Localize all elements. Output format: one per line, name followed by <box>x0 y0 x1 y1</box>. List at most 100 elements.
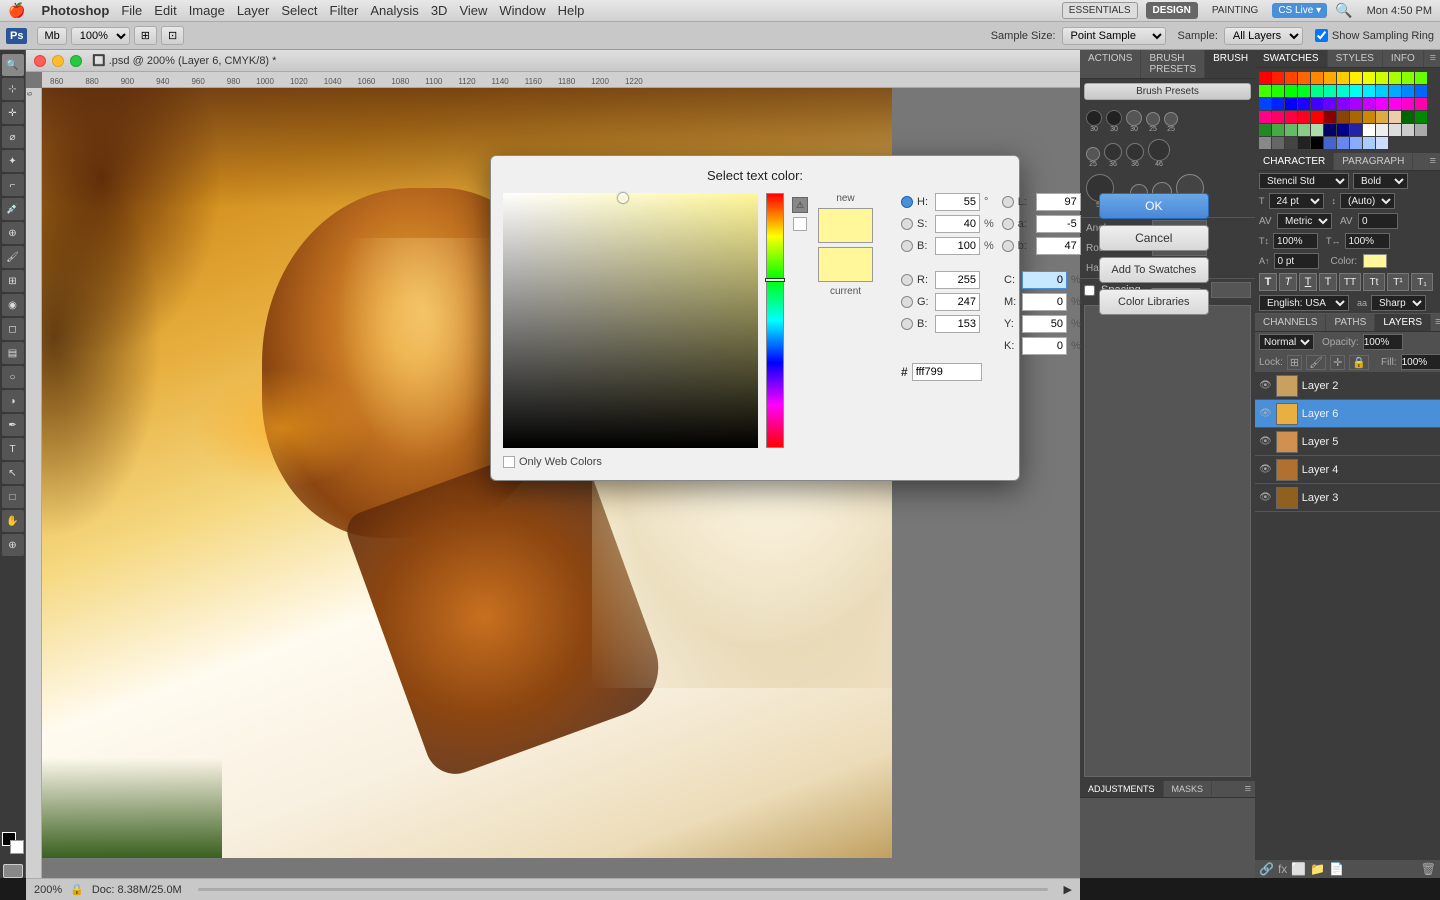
b2-value-input[interactable]: 153 <box>935 315 980 333</box>
brush-circle-7[interactable] <box>1104 143 1122 161</box>
swatch[interactable] <box>1402 124 1414 136</box>
sat-radio[interactable] <box>901 218 913 230</box>
layer-row-layer2[interactable]: 👁 Layer 2 <box>1255 372 1440 400</box>
layer-row-layer3[interactable]: 👁 Layer 3 <box>1255 484 1440 512</box>
menu-analysis[interactable]: Analysis <box>370 3 418 18</box>
c-value-input[interactable]: 0 <box>1022 271 1067 289</box>
swatch[interactable] <box>1311 98 1323 110</box>
tab-channels[interactable]: CHANNELS <box>1255 314 1326 331</box>
swatch[interactable] <box>1337 137 1349 149</box>
menu-filter[interactable]: Filter <box>330 3 359 18</box>
brush-size-select[interactable]: 100% <box>71 27 130 45</box>
swatch[interactable] <box>1272 98 1284 110</box>
g-value-input[interactable]: 247 <box>935 293 980 311</box>
blend-mode-select[interactable]: Normal <box>1259 334 1314 350</box>
swatch[interactable] <box>1285 137 1297 149</box>
char-menu[interactable]: ≡ <box>1426 153 1440 170</box>
search-icon[interactable]: 🔍 <box>1335 2 1352 19</box>
tab-brush[interactable]: BRUSH <box>1205 50 1255 78</box>
bold-btn[interactable]: T <box>1259 273 1277 291</box>
swatch[interactable] <box>1402 111 1414 123</box>
swatch[interactable] <box>1324 98 1336 110</box>
tab-layers[interactable]: LAYERS <box>1375 314 1431 331</box>
swatch[interactable] <box>1337 98 1349 110</box>
swatch[interactable] <box>1311 85 1323 97</box>
tool-gradient[interactable]: ▤ <box>2 342 24 364</box>
layer-visibility-layer2[interactable]: 👁 <box>1259 380 1272 391</box>
tool-eyedropper2[interactable]: 💉 <box>2 198 24 220</box>
brush-circle-2[interactable] <box>1106 110 1122 126</box>
gradient-box[interactable] <box>503 193 758 448</box>
menu-file[interactable]: File <box>121 3 142 18</box>
swatch[interactable] <box>1298 124 1310 136</box>
b2-radio[interactable] <box>901 318 913 330</box>
layer-visibility-layer5[interactable]: 👁 <box>1259 436 1272 447</box>
swatch[interactable] <box>1389 98 1401 110</box>
cancel-button[interactable]: Cancel <box>1099 225 1209 251</box>
window-minimize-btn[interactable] <box>52 55 64 67</box>
leading-select[interactable]: (Auto) <box>1340 193 1395 209</box>
menu-help[interactable]: Help <box>558 3 585 18</box>
cs-live-btn[interactable]: CS Live ▾ <box>1272 3 1327 18</box>
swatch[interactable] <box>1337 72 1349 84</box>
lock-image-icon[interactable]: 🖌 <box>1306 355 1326 370</box>
tool-text[interactable]: T <box>2 438 24 460</box>
swatch[interactable] <box>1402 98 1414 110</box>
spacing-checkbox[interactable] <box>1084 285 1095 296</box>
tracking-input[interactable] <box>1358 213 1398 229</box>
a-value-input[interactable]: -5 <box>1036 215 1081 233</box>
swatch[interactable] <box>1324 124 1336 136</box>
background-color[interactable] <box>10 840 24 854</box>
k-value-input[interactable]: 0 <box>1022 337 1067 355</box>
delete-layer-icon[interactable]: 🗑 <box>1421 862 1436 876</box>
swatch[interactable] <box>1324 72 1336 84</box>
swatch[interactable] <box>1272 137 1284 149</box>
tool-pen[interactable]: ✒ <box>2 414 24 436</box>
view-mode-btn[interactable]: ⊞ <box>134 26 157 45</box>
a-radio[interactable] <box>1002 218 1014 230</box>
menu-photoshop[interactable]: Photoshop <box>41 3 109 18</box>
sat-value-input[interactable]: 40 <box>935 215 980 233</box>
tool-move[interactable]: ✛ <box>2 102 24 124</box>
layer-visibility-layer6[interactable]: 👁 <box>1259 408 1272 419</box>
swatch[interactable] <box>1259 137 1271 149</box>
layer-visibility-layer3[interactable]: 👁 <box>1259 492 1272 503</box>
italic-btn[interactable]: T <box>1279 273 1297 291</box>
b-radio[interactable] <box>1002 240 1014 252</box>
swatch[interactable] <box>1272 85 1284 97</box>
swatch[interactable] <box>1311 137 1323 149</box>
gamut-warning-icon[interactable]: ⚠ <box>792 197 808 213</box>
scale-h-input[interactable] <box>1345 233 1390 249</box>
swatch[interactable] <box>1350 124 1362 136</box>
spacing-value[interactable] <box>1211 282 1251 298</box>
superscript-btn[interactable]: T¹ <box>1387 273 1409 291</box>
tool-blur[interactable]: ○ <box>2 366 24 388</box>
swatch[interactable] <box>1415 85 1427 97</box>
allcaps-btn[interactable]: TT <box>1339 273 1361 291</box>
new-group-icon[interactable]: 📁 <box>1310 862 1325 876</box>
swatch[interactable] <box>1324 137 1336 149</box>
swatch[interactable] <box>1350 111 1362 123</box>
swatch[interactable] <box>1363 137 1375 149</box>
swatch[interactable] <box>1415 98 1427 110</box>
brush-circle-8[interactable] <box>1126 143 1144 161</box>
swatch[interactable] <box>1402 72 1414 84</box>
essentials-btn[interactable]: ESSENTIALS <box>1062 2 1138 19</box>
swatch[interactable] <box>1350 98 1362 110</box>
tab-adjustments[interactable]: ADJUSTMENTS <box>1080 781 1164 797</box>
tool-path-select[interactable]: ↖ <box>2 462 24 484</box>
tool-magic-wand[interactable]: ✦ <box>2 150 24 172</box>
brush-circle-9[interactable] <box>1148 139 1170 161</box>
layer-visibility-layer4[interactable]: 👁 <box>1259 464 1272 475</box>
ok-button[interactable]: OK <box>1099 193 1209 219</box>
hue-radio[interactable] <box>901 196 913 208</box>
swatch[interactable] <box>1259 124 1271 136</box>
menu-select[interactable]: Select <box>281 3 317 18</box>
layers-menu[interactable]: ≡ <box>1431 314 1440 331</box>
swatch[interactable] <box>1285 111 1297 123</box>
swatch[interactable] <box>1324 111 1336 123</box>
sample-dropdown[interactable]: All Layers <box>1224 27 1303 45</box>
strikethrough-btn[interactable]: T <box>1319 273 1337 291</box>
sample-size-dropdown[interactable]: Point Sample 3 by 3 Average <box>1062 27 1166 45</box>
layer-row-layer6[interactable]: 👁 Layer 6 <box>1255 400 1440 428</box>
